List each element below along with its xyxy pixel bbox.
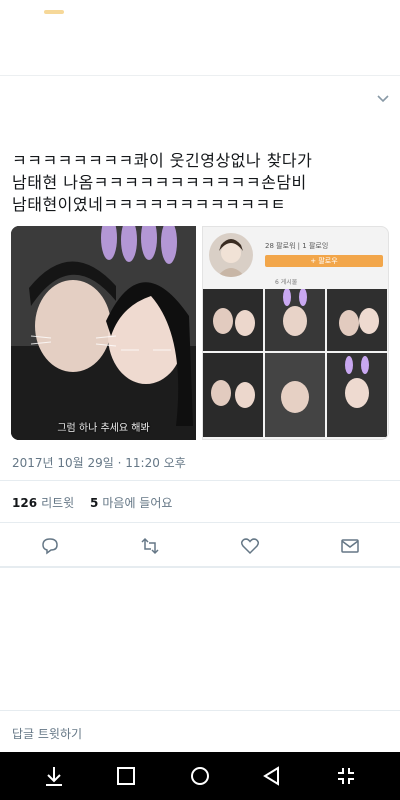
grid-photo bbox=[203, 289, 263, 351]
chevron-down-icon[interactable] bbox=[376, 92, 390, 106]
like-icon[interactable] bbox=[240, 536, 260, 556]
profile-header: 28 팔로워 | 1 팔로잉 + 팔로우 6 게시물 bbox=[209, 233, 385, 289]
profile-follow-button: + 팔로우 bbox=[265, 255, 383, 267]
grid-photo bbox=[203, 353, 263, 437]
nav-square-icon[interactable] bbox=[114, 764, 138, 788]
reply-input[interactable]: 답글 트윗하기 bbox=[12, 725, 82, 742]
profile-posts-count: 6 게시물 bbox=[275, 279, 298, 286]
profile-avatar bbox=[209, 233, 253, 277]
tweet-text: ㅋㅋㅋㅋㅋㅋㅋㅋ콰이 웃긴영상없나 찾다가 남태현 나옴ㅋㅋㅋㅋㅋㅋㅋㅋㅋㅋㅋ손… bbox=[12, 150, 392, 216]
top-bar bbox=[0, 0, 400, 76]
photo-left-illustration bbox=[11, 226, 196, 440]
grid-photo bbox=[327, 289, 387, 351]
tweet-detail-screen: ㅋㅋㅋㅋㅋㅋㅋㅋ콰이 웃긴영상없나 찾다가 남태현 나옴ㅋㅋㅋㅋㅋㅋㅋㅋㅋㅋㅋ손… bbox=[0, 0, 400, 800]
nav-back-icon[interactable] bbox=[260, 764, 284, 788]
retweet-label[interactable]: 리트윗 bbox=[41, 496, 74, 510]
nav-download-icon[interactable] bbox=[42, 764, 66, 788]
system-nav-bar bbox=[0, 752, 400, 800]
media-photo-right[interactable]: 28 팔로워 | 1 팔로잉 + 팔로우 6 게시물 bbox=[202, 226, 389, 440]
media-photo-left[interactable]: 그럼 하나 추세요 해봐 bbox=[11, 226, 196, 440]
divider bbox=[0, 480, 400, 481]
profile-photo-grid bbox=[203, 289, 388, 439]
status-indicator bbox=[44, 10, 64, 14]
grid-photo bbox=[265, 289, 325, 351]
tweet-actions bbox=[0, 536, 400, 556]
tweet-timestamp: 2017년 10월 29일 · 11:20 오후 bbox=[12, 456, 186, 470]
divider bbox=[0, 566, 400, 568]
divider bbox=[0, 522, 400, 523]
grid-photo bbox=[327, 353, 387, 437]
retweet-count[interactable]: 126 bbox=[12, 496, 37, 510]
like-count[interactable]: 5 bbox=[90, 496, 98, 510]
reply-icon[interactable] bbox=[40, 536, 60, 556]
tweet-line: 남태현이였네ㅋㅋㅋㅋㅋㅋㅋㅋㅋㅋㅋㅌ bbox=[12, 195, 286, 214]
nav-home-icon[interactable] bbox=[188, 764, 212, 788]
video-caption: 그럼 하나 추세요 해봐 bbox=[57, 423, 150, 434]
reply-bar[interactable]: 답글 트윗하기 bbox=[0, 710, 400, 752]
retweet-icon[interactable] bbox=[140, 536, 160, 556]
tweet-line: ㅋㅋㅋㅋㅋㅋㅋㅋ콰이 웃긴영상없나 찾다가 bbox=[12, 151, 313, 170]
profile-stats: 28 팔로워 | 1 팔로잉 bbox=[265, 242, 329, 250]
like-label[interactable]: 마음에 들어요 bbox=[102, 496, 172, 510]
tweet-line: 남태현 나옴ㅋㅋㅋㅋㅋㅋㅋㅋㅋㅋㅋ손담비 bbox=[12, 173, 307, 192]
tweet-stats: 126 리트윗 5 마음에 들어요 bbox=[12, 494, 172, 511]
nav-collapse-icon[interactable] bbox=[334, 764, 358, 788]
mail-icon[interactable] bbox=[340, 536, 360, 556]
tweet-media: 그럼 하나 추세요 해봐 28 팔로워 | 1 팔로잉 + 팔로우 6 게시물 bbox=[11, 226, 389, 440]
grid-photo bbox=[265, 353, 325, 437]
